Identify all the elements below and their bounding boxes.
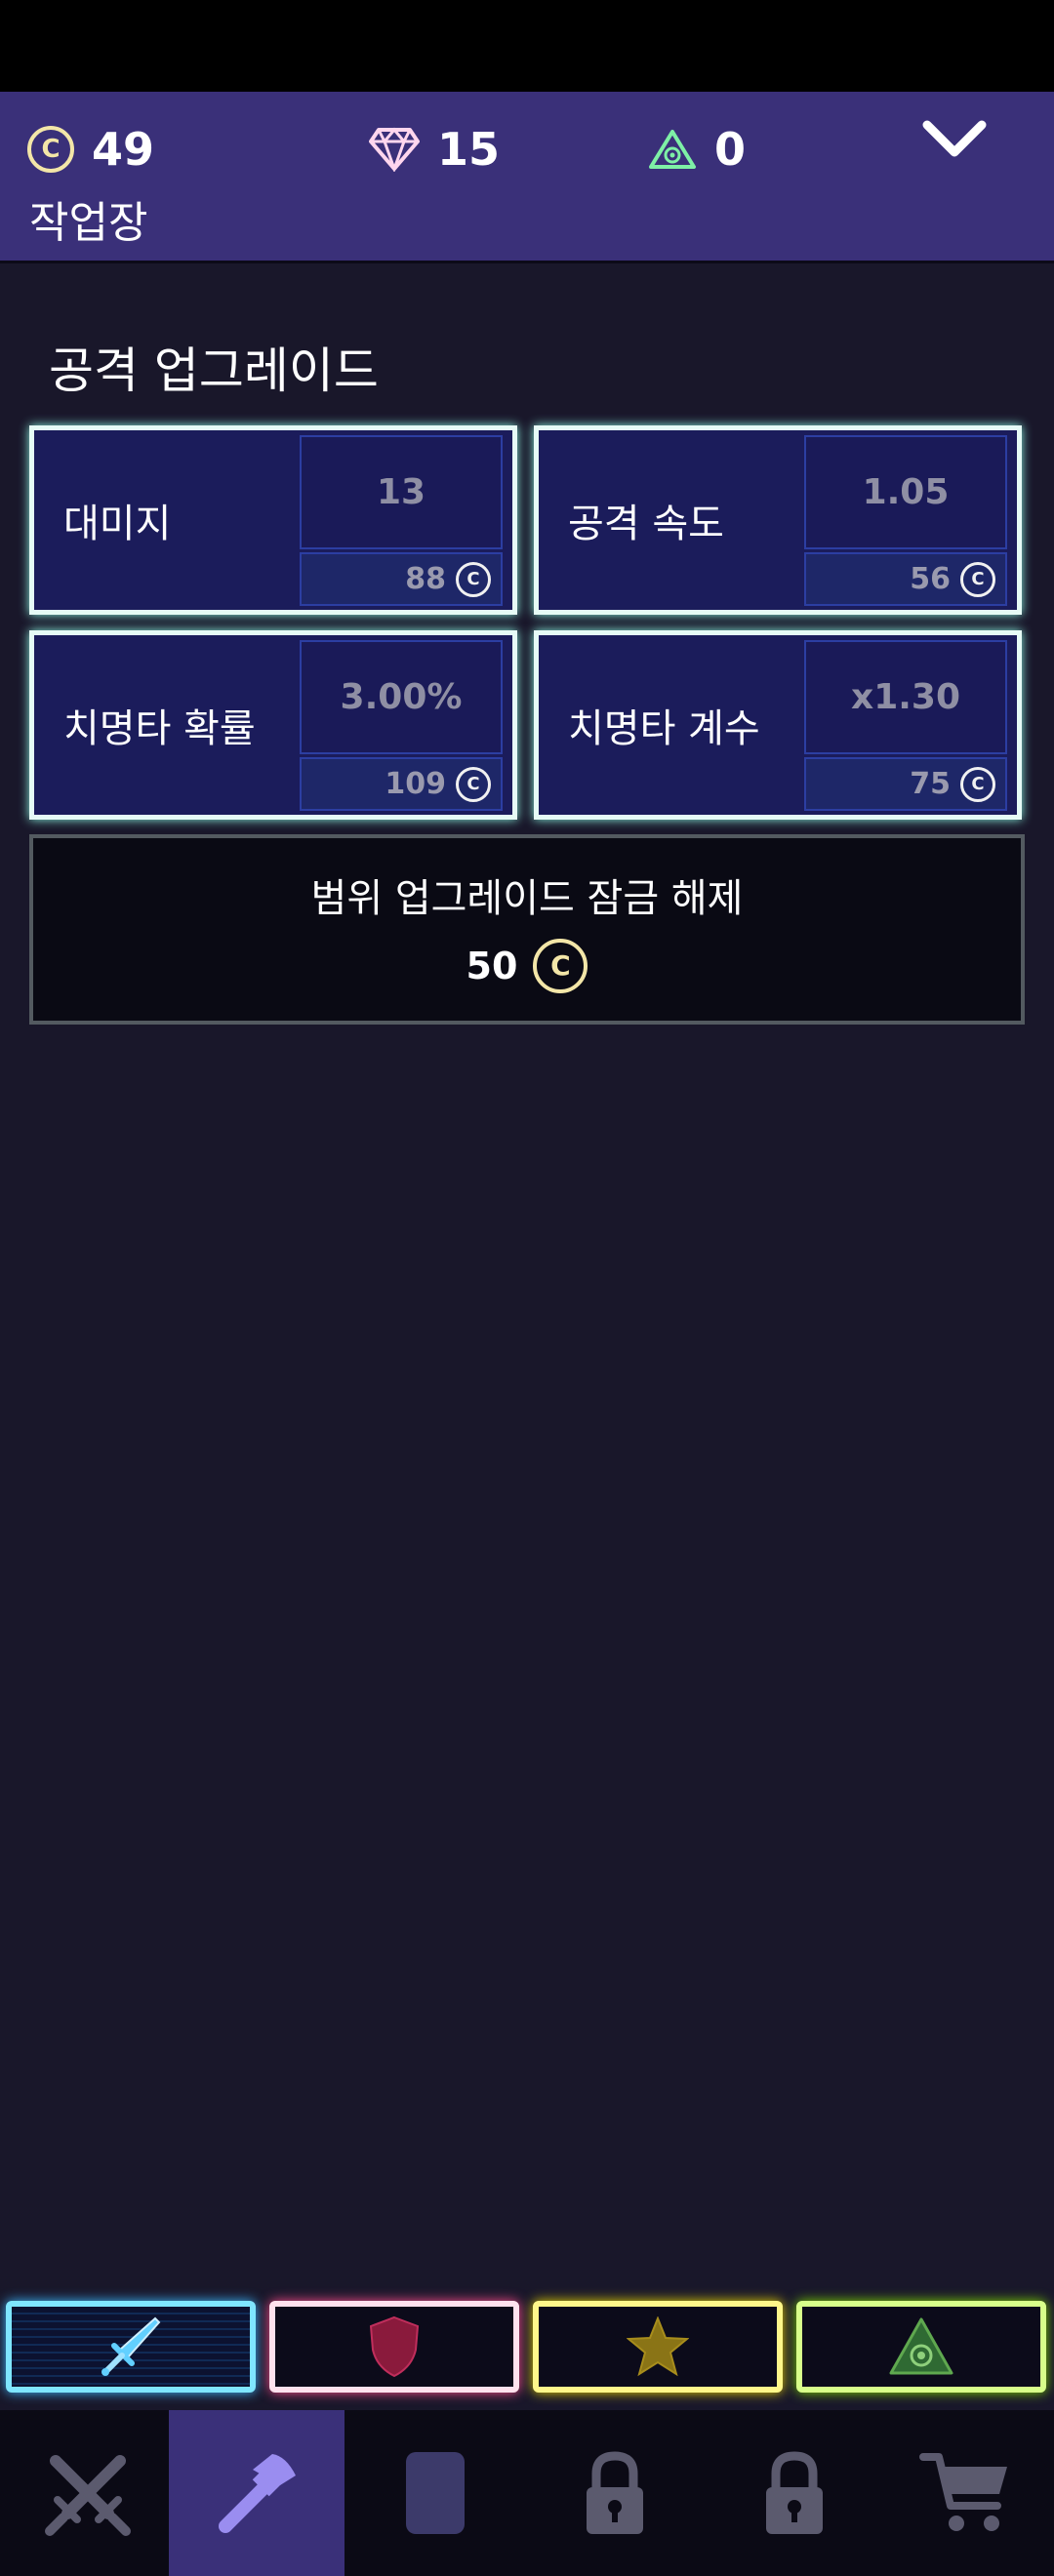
bottom-nav bbox=[0, 2410, 1054, 2576]
nav-workshop[interactable] bbox=[169, 2410, 345, 2576]
nav-cards[interactable] bbox=[347, 2410, 523, 2576]
gem-count: 15 bbox=[437, 123, 501, 176]
nav-locked-2[interactable] bbox=[707, 2410, 882, 2576]
eye-triangle-icon bbox=[889, 2317, 953, 2375]
status-bar bbox=[0, 0, 1054, 92]
gem-balance: 15 bbox=[369, 117, 500, 181]
tab-ultimate[interactable] bbox=[796, 2301, 1046, 2393]
upgrade-cost: 56 C bbox=[804, 552, 1007, 606]
sword-icon bbox=[101, 2316, 161, 2376]
coin-balance: C 49 bbox=[27, 117, 154, 181]
page-title: 작업장 bbox=[29, 198, 148, 248]
upgrade-value: 13 bbox=[300, 435, 503, 549]
eye-triangle-icon bbox=[649, 130, 696, 169]
coin-icon: C bbox=[456, 561, 491, 597]
coin-icon: C bbox=[456, 766, 491, 802]
coin-icon: C bbox=[960, 766, 995, 802]
lock-icon bbox=[766, 2451, 823, 2534]
unlock-price: 50 C bbox=[466, 938, 588, 993]
tab-attack[interactable] bbox=[6, 2301, 256, 2393]
star-icon bbox=[627, 2316, 689, 2377]
upgrade-cost: 75 C bbox=[804, 757, 1007, 811]
cost-amount: 75 bbox=[910, 767, 951, 801]
token-balance: 0 bbox=[648, 117, 746, 181]
unlock-label: 범위 업그레이드 잠금 해제 bbox=[310, 875, 744, 921]
lock-icon bbox=[587, 2451, 643, 2534]
top-header: C 49 15 0 작업장 bbox=[0, 92, 1054, 263]
cost-amount: 56 bbox=[910, 562, 951, 596]
upgrade-label: 공격 속도 bbox=[568, 502, 724, 546]
upgrade-value: 3.00% bbox=[300, 640, 503, 754]
cost-amount: 109 bbox=[385, 767, 446, 801]
upgrade-card-attack-speed[interactable]: 공격 속도 1.05 56 C bbox=[534, 425, 1022, 615]
tab-defense[interactable] bbox=[269, 2301, 519, 2393]
upgrade-value: 1.05 bbox=[804, 435, 1007, 549]
nav-shop[interactable] bbox=[878, 2410, 1054, 2576]
hammer-icon bbox=[219, 2454, 296, 2533]
coin-icon: C bbox=[960, 561, 995, 597]
crossed-swords-icon bbox=[45, 2455, 131, 2536]
coin-icon: C bbox=[533, 938, 588, 993]
upgrade-value: x1.30 bbox=[804, 640, 1007, 754]
cost-amount: 88 bbox=[405, 562, 446, 596]
upgrade-label: 치명타 확률 bbox=[63, 706, 256, 751]
card-icon bbox=[406, 2452, 465, 2534]
nav-locked-1[interactable] bbox=[527, 2410, 703, 2576]
coin-count: 49 bbox=[92, 123, 155, 176]
coin-icon: C bbox=[27, 126, 74, 173]
section-title: 공격 업그레이드 bbox=[49, 342, 379, 399]
unlock-cost: 50 bbox=[466, 944, 518, 987]
upgrade-label: 대미지 bbox=[63, 502, 172, 546]
tab-utility[interactable] bbox=[533, 2301, 783, 2393]
upgrade-cost: 109 C bbox=[300, 757, 503, 811]
shield-icon bbox=[369, 2315, 420, 2378]
cart-icon bbox=[919, 2453, 1007, 2531]
unlock-range-upgrade-button[interactable]: 범위 업그레이드 잠금 해제 50 C bbox=[29, 834, 1025, 1025]
gem-icon bbox=[369, 127, 420, 172]
chevron-down-icon[interactable] bbox=[919, 115, 990, 164]
upgrade-cost: 88 C bbox=[300, 552, 503, 606]
upgrade-card-crit-chance[interactable]: 치명타 확률 3.00% 109 C bbox=[29, 630, 517, 820]
nav-battle[interactable] bbox=[0, 2410, 176, 2576]
upgrade-label: 치명타 계수 bbox=[568, 706, 760, 751]
token-count: 0 bbox=[714, 123, 747, 176]
upgrade-card-crit-factor[interactable]: 치명타 계수 x1.30 75 C bbox=[534, 630, 1022, 820]
upgrade-card-damage[interactable]: 대미지 13 88 C bbox=[29, 425, 517, 615]
